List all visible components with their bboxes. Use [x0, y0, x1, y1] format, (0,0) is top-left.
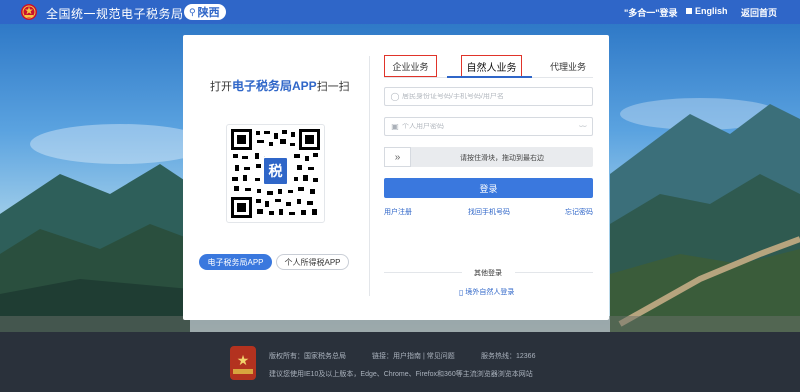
double-chevron-right-icon: » — [394, 151, 401, 163]
tab-enterprise[interactable]: 企业业务 — [384, 55, 437, 77]
foreign-login-label: 境外自然人登录 — [465, 289, 515, 296]
national-emblem-icon — [21, 4, 37, 20]
location-pin-icon: ⚲ — [189, 6, 196, 17]
other-login-divider-right — [515, 272, 593, 273]
other-login-title: 其他登录 — [474, 270, 502, 277]
card-divider — [369, 56, 370, 296]
register-link[interactable]: 用户注册 — [384, 207, 412, 217]
return-home-link[interactable]: 返回首页 — [741, 6, 777, 19]
id-card-icon: ▯ — [459, 287, 464, 297]
slider-hint: 请按住滑块，拖动到最右边 — [460, 155, 544, 162]
username-field[interactable]: ◯ — [384, 87, 593, 106]
footer-browser-note: 建议您使用IE10及以上版本，Edge、Chrome、Firefox和360等主… — [269, 371, 533, 378]
user-icon: ◯ — [390, 92, 400, 101]
badge-emblem-icon: ★ — [236, 351, 250, 368]
recover-phone-link[interactable]: 找回手机号码 — [468, 207, 510, 217]
scan-instruction: 打开电子税务局APP扫一扫 — [210, 77, 350, 94]
tab-active-indicator — [447, 76, 532, 78]
language-switch[interactable]: English — [686, 6, 728, 16]
language-label: English — [695, 6, 728, 16]
scan-app-name: 电子税务局APP — [232, 79, 317, 93]
badge-text — [233, 368, 253, 374]
region-label: 陕西 — [197, 7, 220, 19]
footer — [0, 332, 800, 392]
password-field[interactable]: ▣ ⌣⌣ — [384, 117, 593, 136]
eye-closed-icon[interactable]: ⌣⌣ — [579, 123, 587, 131]
region-selector[interactable]: ⚲ 陕西 — [184, 4, 226, 20]
scan-prefix: 打开 — [210, 81, 232, 93]
personal-income-tax-app-button[interactable]: 个人所得税APP — [276, 254, 349, 270]
tax-app-logo: 税 — [262, 156, 289, 186]
footer-links[interactable]: 链接：用户指南 | 常见问题 — [372, 351, 455, 361]
slider-handle[interactable]: » — [384, 147, 411, 167]
tab-agent[interactable]: 代理业务 — [543, 55, 593, 77]
site-title: 全国统一规范电子税务局 — [46, 7, 184, 21]
scan-suffix: 扫一扫 — [316, 81, 350, 93]
forgot-password-link[interactable]: 忘记密码 — [565, 207, 593, 217]
footer-hotline: 服务热线：12366 — [481, 353, 536, 360]
login-button[interactable]: 登录 — [384, 178, 593, 198]
footer-copyright: 版权所有：国家税务总局 — [269, 353, 346, 360]
username-input[interactable] — [402, 93, 572, 100]
tax-bureau-app-button[interactable]: 电子税务局APP — [199, 254, 272, 270]
password-input[interactable] — [402, 123, 572, 130]
other-login-divider-left — [384, 272, 462, 273]
top-bar: 全国统一规范电子税务局 ⚲ 陕西 "多合一"登录 English 返回首页 — [0, 0, 800, 24]
slide-verify[interactable]: » 请按住滑块，拖动到最右边 — [384, 147, 593, 167]
tab-natural-person[interactable]: 自然人业务 — [461, 55, 522, 77]
language-icon — [686, 8, 692, 14]
party-government-badge: ★ — [230, 346, 256, 380]
foreign-person-login-link[interactable]: ▯ 境外自然人登录 — [459, 287, 514, 297]
lock-icon: ▣ — [391, 122, 399, 131]
multi-in-one-login-link[interactable]: "多合一"登录 — [624, 6, 678, 19]
